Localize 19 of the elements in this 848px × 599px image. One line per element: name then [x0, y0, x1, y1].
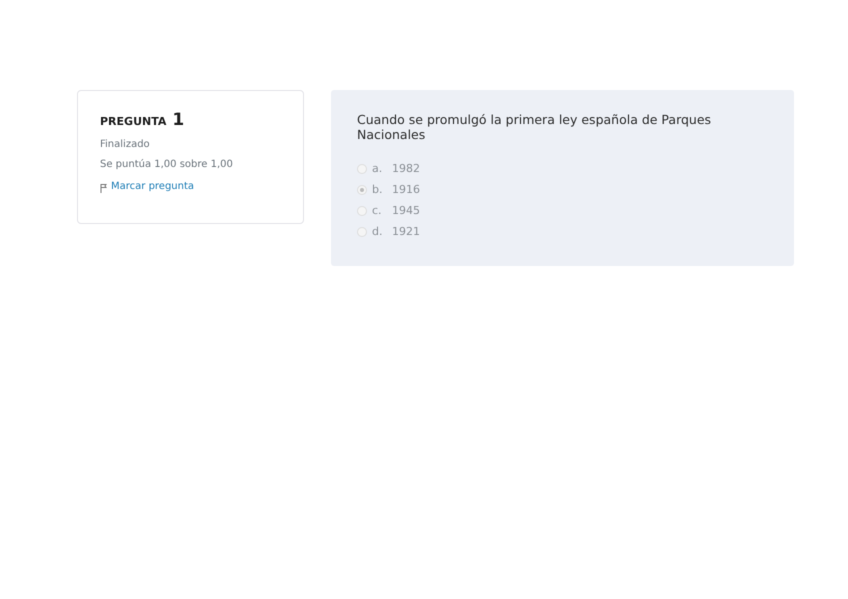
- radio-button[interactable]: [357, 164, 367, 174]
- option-letter: c.: [372, 204, 383, 217]
- option-answer: 1921: [392, 225, 420, 238]
- radio-button[interactable]: [357, 206, 367, 216]
- option-letter: a.: [372, 162, 384, 175]
- question-state: Finalizado: [100, 139, 151, 150]
- flag-question-link[interactable]: Marcar pregunta: [111, 180, 194, 192]
- question-grade: Se puntúa 1,00 sobre 1,00: [100, 159, 234, 170]
- radio-button[interactable]: [357, 226, 367, 236]
- option-answer: 1916: [392, 183, 420, 196]
- question-label: PREGUNTA: [100, 115, 166, 128]
- question-text: Cuando se promulgó la primera ley española de Parques Nacionales: [357, 112, 712, 142]
- option-letter: d.: [372, 225, 384, 238]
- option-answer: 1945: [392, 204, 420, 217]
- radio-button[interactable]: [357, 184, 367, 194]
- option-letter: b.: [372, 183, 384, 196]
- question-number: 1: [172, 110, 184, 130]
- flag-icon[interactable]: [100, 183, 107, 193]
- option-answer: 1982: [392, 162, 420, 175]
